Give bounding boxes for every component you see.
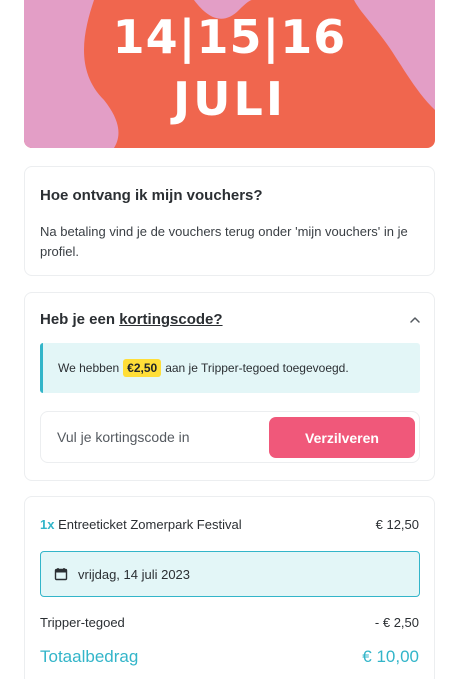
ticket-quantity: 1x <box>40 517 55 532</box>
selected-date[interactable]: vrijdag, 14 juli 2023 <box>40 551 420 597</box>
festival-dates: 14|15|16 <box>112 10 347 64</box>
calendar-icon <box>54 568 68 581</box>
order-summary-card: 1x Entreeticket Zomerpark Festival € 12,… <box>24 496 435 679</box>
discount-title[interactable]: Heb je een kortingscode? <box>40 311 223 328</box>
chevron-up-icon[interactable] <box>408 313 422 327</box>
ticket-price: € 12,50 <box>375 517 419 532</box>
alert-suffix: aan je Tripper-tegoed toegevoegd. <box>165 361 349 375</box>
festival-month: JULI <box>173 72 286 126</box>
ticket-line: 1x Entreeticket Zomerpark Festival <box>40 517 242 532</box>
discount-code-form: Verzilveren <box>40 411 420 463</box>
total-value: € 10,00 <box>362 647 419 666</box>
credit-label: Tripper-tegoed <box>40 615 125 630</box>
alert-prefix: We hebben <box>58 361 120 375</box>
discount-code-input[interactable] <box>57 426 247 448</box>
discount-title-link[interactable]: kortingscode? <box>119 311 222 328</box>
voucher-info-text: Na betaling vind je de vouchers terug on… <box>40 224 408 259</box>
credit-added-alert: We hebben €2,50 aan je Tripper-tegoed to… <box>40 343 420 393</box>
discount-code-card: Heb je een kortingscode? We hebben €2,50… <box>24 292 435 481</box>
ticket-name: Entreeticket Zomerpark Festival <box>58 517 242 532</box>
redeem-button[interactable]: Verzilveren <box>269 417 415 458</box>
festival-banner: 14|15|16 JULI <box>24 0 435 148</box>
alert-amount-badge: €2,50 <box>123 359 162 377</box>
voucher-info-card: Hoe ontvang ik mijn vouchers? Na betalin… <box>24 166 435 276</box>
total-label: Totaalbedrag <box>40 647 139 666</box>
discount-title-prefix: Heb je een <box>40 311 120 328</box>
selected-date-label: vrijdag, 14 juli 2023 <box>78 566 191 582</box>
voucher-info-title: Hoe ontvang ik mijn vouchers? <box>40 187 263 204</box>
credit-value: - € 2,50 <box>374 615 419 630</box>
